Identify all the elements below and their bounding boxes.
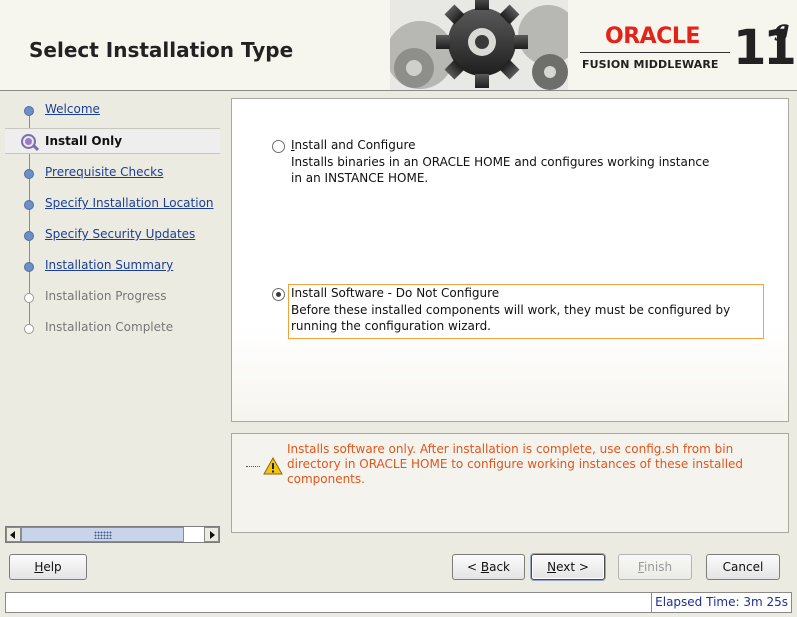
finish-button: Finish bbox=[618, 554, 692, 580]
logo-divider bbox=[580, 52, 730, 53]
nav-item-prerequisite-checks[interactable]: Prerequisite Checks bbox=[5, 160, 220, 186]
product-name: FUSION MIDDLEWARE bbox=[582, 58, 719, 71]
step-bullet-icon bbox=[24, 293, 34, 303]
elapsed-time: Elapsed Time: 3m 25s bbox=[651, 593, 791, 612]
current-step-magnifier-icon bbox=[19, 132, 40, 152]
step-bullet-icon bbox=[24, 324, 34, 334]
warning-icon bbox=[263, 457, 283, 475]
page-title: Select Installation Type bbox=[29, 38, 294, 62]
nav-item-label[interactable]: Specify Security Updates bbox=[45, 227, 195, 241]
nav-item-label: Install Only bbox=[45, 134, 123, 148]
nav-item-installation-location[interactable]: Specify Installation Location bbox=[5, 191, 220, 217]
nav-item-welcome[interactable]: Welcome bbox=[5, 97, 220, 123]
nav-item-installation-complete: Installation Complete bbox=[5, 315, 220, 341]
scrollbar-thumb[interactable] bbox=[21, 527, 184, 542]
info-text: Installs software only. After installati… bbox=[287, 442, 744, 486]
brand-name: ORACLE bbox=[605, 24, 700, 49]
option-title-rest: nstall and Configure bbox=[294, 138, 416, 152]
nav-item-label[interactable]: Prerequisite Checks bbox=[45, 165, 163, 179]
scroll-right-arrow-icon[interactable] bbox=[204, 527, 219, 542]
info-connector bbox=[246, 466, 260, 467]
nav-item-label[interactable]: Installation Summary bbox=[45, 258, 173, 272]
description-info-panel: Installs software only. After installati… bbox=[231, 433, 789, 533]
step-bullet-icon bbox=[24, 262, 34, 272]
header-banner: Select Installation Type ORACLE FUSION M… bbox=[0, 0, 797, 91]
option-description: Installs binaries in an ORACLE HOME and … bbox=[291, 155, 710, 185]
version-letter: g bbox=[774, 16, 790, 42]
option-title[interactable]: Install and Configure bbox=[291, 138, 416, 152]
step-bullet-icon bbox=[24, 200, 34, 210]
cancel-button[interactable]: Cancel bbox=[706, 554, 780, 580]
nav-item-install-only[interactable]: Install Only bbox=[5, 128, 220, 154]
step-bullet-icon bbox=[24, 231, 34, 241]
install-and-configure-radio[interactable] bbox=[272, 140, 285, 153]
nav-item-label[interactable]: Specify Installation Location bbox=[45, 196, 214, 210]
option-title[interactable]: Install Software - Do Not Configure bbox=[291, 286, 499, 300]
nav-item-label[interactable]: Welcome bbox=[45, 102, 100, 116]
next-button[interactable]: Next > bbox=[531, 554, 605, 580]
nav-item-security-updates[interactable]: Specify Security Updates bbox=[5, 222, 220, 248]
status-bar: Elapsed Time: 3m 25s bbox=[5, 592, 792, 613]
nav-item-label: Installation Complete bbox=[45, 320, 174, 334]
step-bullet-icon bbox=[24, 106, 34, 116]
scrollbar-grip-icon bbox=[94, 531, 112, 539]
option-description: Before these installed components will w… bbox=[291, 303, 731, 333]
nav-item-label: Installation Progress bbox=[45, 289, 167, 303]
help-button[interactable]: Help bbox=[9, 554, 87, 580]
gears-graphic bbox=[390, 0, 568, 90]
oracle-logo: ORACLE FUSION MIDDLEWARE 11 g bbox=[578, 16, 797, 82]
steps-navigation: Welcome Install Only Prerequisite Checks… bbox=[5, 96, 220, 521]
scroll-left-arrow-icon[interactable] bbox=[6, 527, 21, 542]
nav-item-installation-progress: Installation Progress bbox=[5, 284, 220, 310]
steps-horizontal-scrollbar[interactable] bbox=[5, 526, 220, 543]
nav-item-installation-summary[interactable]: Installation Summary bbox=[5, 253, 220, 279]
step-bullet-icon bbox=[24, 169, 34, 179]
install-software-only-radio[interactable] bbox=[272, 288, 285, 301]
back-button[interactable]: < Back bbox=[452, 554, 525, 580]
